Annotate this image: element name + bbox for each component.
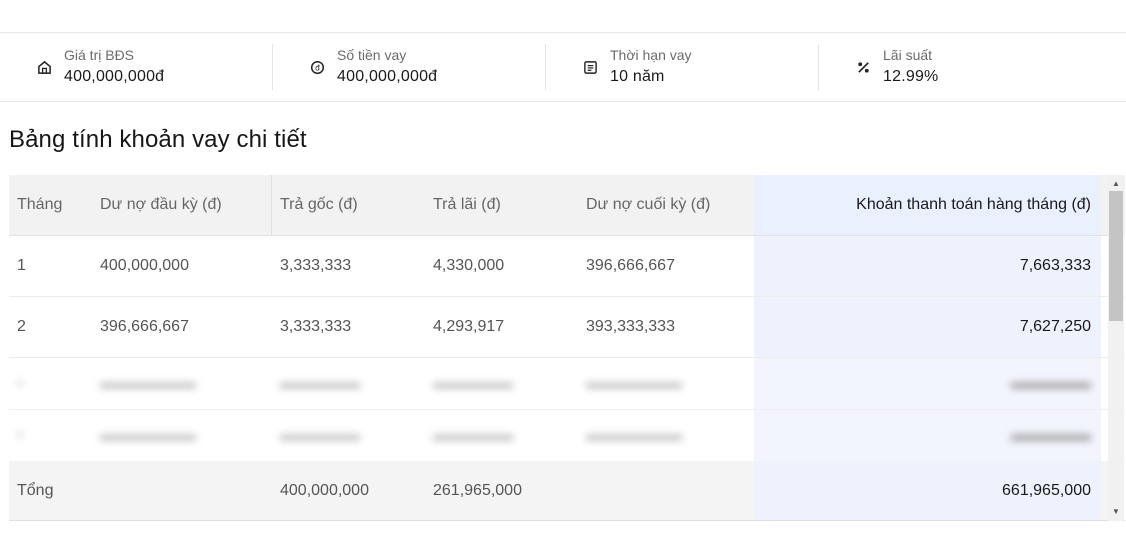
svg-text:đ: đ — [315, 63, 320, 72]
cell-opening-balance: 400,000,000 — [100, 257, 189, 274]
cell-monthly-payment: 7,627,250 — [754, 297, 1101, 357]
blurred-cell: ▬▬▬▬▬▬ — [586, 426, 682, 444]
total-principal: 400,000,000 — [280, 482, 369, 499]
summary-interest-rate: Lãi suất 12.99% — [819, 44, 1092, 90]
summary-loan-amount: đ Số tiền vay 400,000,000đ — [273, 44, 546, 90]
scroll-down-arrow-icon[interactable]: ▼ — [1112, 508, 1120, 516]
scroll-up-arrow-icon[interactable]: ▲ — [1112, 180, 1120, 188]
cell-closing-balance: 393,333,333 — [586, 318, 675, 335]
house-icon — [36, 59, 52, 75]
summary-label: Số tiền vay — [337, 47, 407, 63]
cell-monthly-payment: 7,663,333 — [754, 236, 1101, 296]
summary-value: 12.99% — [883, 68, 939, 85]
table-scrollbar[interactable]: ▲ ▼ — [1108, 175, 1124, 521]
summary-label: Giá trị BĐS — [64, 47, 135, 63]
column-header-closing-balance: Dư nợ cuối kỳ (đ) — [586, 196, 711, 213]
section-title: Bảng tính khoản vay chi tiết — [9, 126, 307, 153]
blurred-cell: ▬▬▬▬▬▬ — [100, 374, 196, 392]
total-closing-balance — [578, 461, 754, 520]
summary-value: 400,000,000đ — [64, 68, 165, 85]
blurred-cell: ▬▬▬▬▬ — [280, 374, 360, 392]
table-row: 1 400,000,000 3,333,333 4,330,000 396,66… — [9, 236, 1125, 297]
table-row-blurred: ▪ ▬▬▬▬▬▬ ▬▬▬▬▬ ▬▬▬▬▬ ▬▬▬▬▬▬ ▬▬▬▬▬ — [9, 358, 1125, 410]
blurred-cell: ▬▬▬▬▬▬ — [586, 374, 682, 392]
blurred-cell: ▬▬▬▬▬ — [754, 410, 1101, 461]
cell-interest: 4,293,917 — [433, 318, 505, 335]
total-opening-balance — [92, 461, 272, 520]
total-monthly-payment: 661,965,000 — [754, 461, 1101, 520]
blurred-cell: ▬▬▬▬▬ — [433, 426, 513, 444]
total-interest: 261,965,000 — [433, 482, 522, 499]
scroll-thumb[interactable] — [1109, 191, 1123, 321]
percent-icon — [855, 59, 871, 75]
cell-month: 2 — [17, 318, 26, 335]
summary-label: Lãi suất — [883, 47, 933, 63]
summary-value: 10 năm — [610, 68, 665, 85]
column-header-interest: Trả lãi (đ) — [433, 196, 501, 213]
table-total-row: Tổng 400,000,000 261,965,000 661,965,000 — [9, 461, 1109, 520]
summary-loan-term: Thời hạn vay 10 năm — [546, 44, 819, 90]
table-row: 2 396,666,667 3,333,333 4,293,917 393,33… — [9, 297, 1125, 358]
blurred-cell: ▬▬▬▬▬▬ — [100, 426, 196, 444]
table-header-row: Tháng Dư nợ đầu kỳ (đ) Trả gốc (đ) Trả l… — [9, 175, 1125, 236]
column-header-monthly-payment: Khoản thanh toán hàng tháng (đ) — [754, 175, 1101, 235]
blurred-cell: ▬▬▬▬▬ — [754, 358, 1101, 409]
cell-closing-balance: 396,666,667 — [586, 257, 675, 274]
blurred-cell: ▬▬▬▬▬ — [280, 426, 360, 444]
column-header-opening-balance: Dư nợ đầu kỳ (đ) — [92, 175, 272, 235]
summary-value: 400,000,000đ — [337, 68, 438, 85]
summary-label: Thời hạn vay — [610, 47, 692, 63]
blurred-cell: ▪ — [17, 374, 23, 392]
table-row-blurred: ▪ ▬▬▬▬▬▬ ▬▬▬▬▬ ▬▬▬▬▬ ▬▬▬▬▬▬ ▬▬▬▬▬ — [9, 410, 1125, 462]
blurred-cell: ▬▬▬▬▬ — [433, 374, 513, 392]
calendar-icon — [582, 59, 598, 75]
loan-schedule-table: Tháng Dư nợ đầu kỳ (đ) Trả gốc (đ) Trả l… — [9, 175, 1125, 521]
cell-principal: 3,333,333 — [280, 257, 352, 274]
total-label: Tổng — [17, 482, 54, 499]
cell-principal: 3,333,333 — [280, 318, 352, 335]
summary-property-value: Giá trị BĐS 400,000,000đ — [0, 44, 273, 90]
cell-opening-balance: 396,666,667 — [100, 318, 189, 335]
cell-interest: 4,330,000 — [433, 257, 505, 274]
cell-month: 1 — [17, 257, 26, 274]
money-icon: đ — [309, 59, 325, 75]
column-header-month: Tháng — [17, 196, 63, 213]
column-header-principal: Trả gốc (đ) — [280, 196, 358, 213]
loan-summary-bar: Giá trị BĐS 400,000,000đ đ Số tiền vay 4… — [0, 32, 1126, 102]
blurred-cell: ▪ — [17, 426, 23, 444]
